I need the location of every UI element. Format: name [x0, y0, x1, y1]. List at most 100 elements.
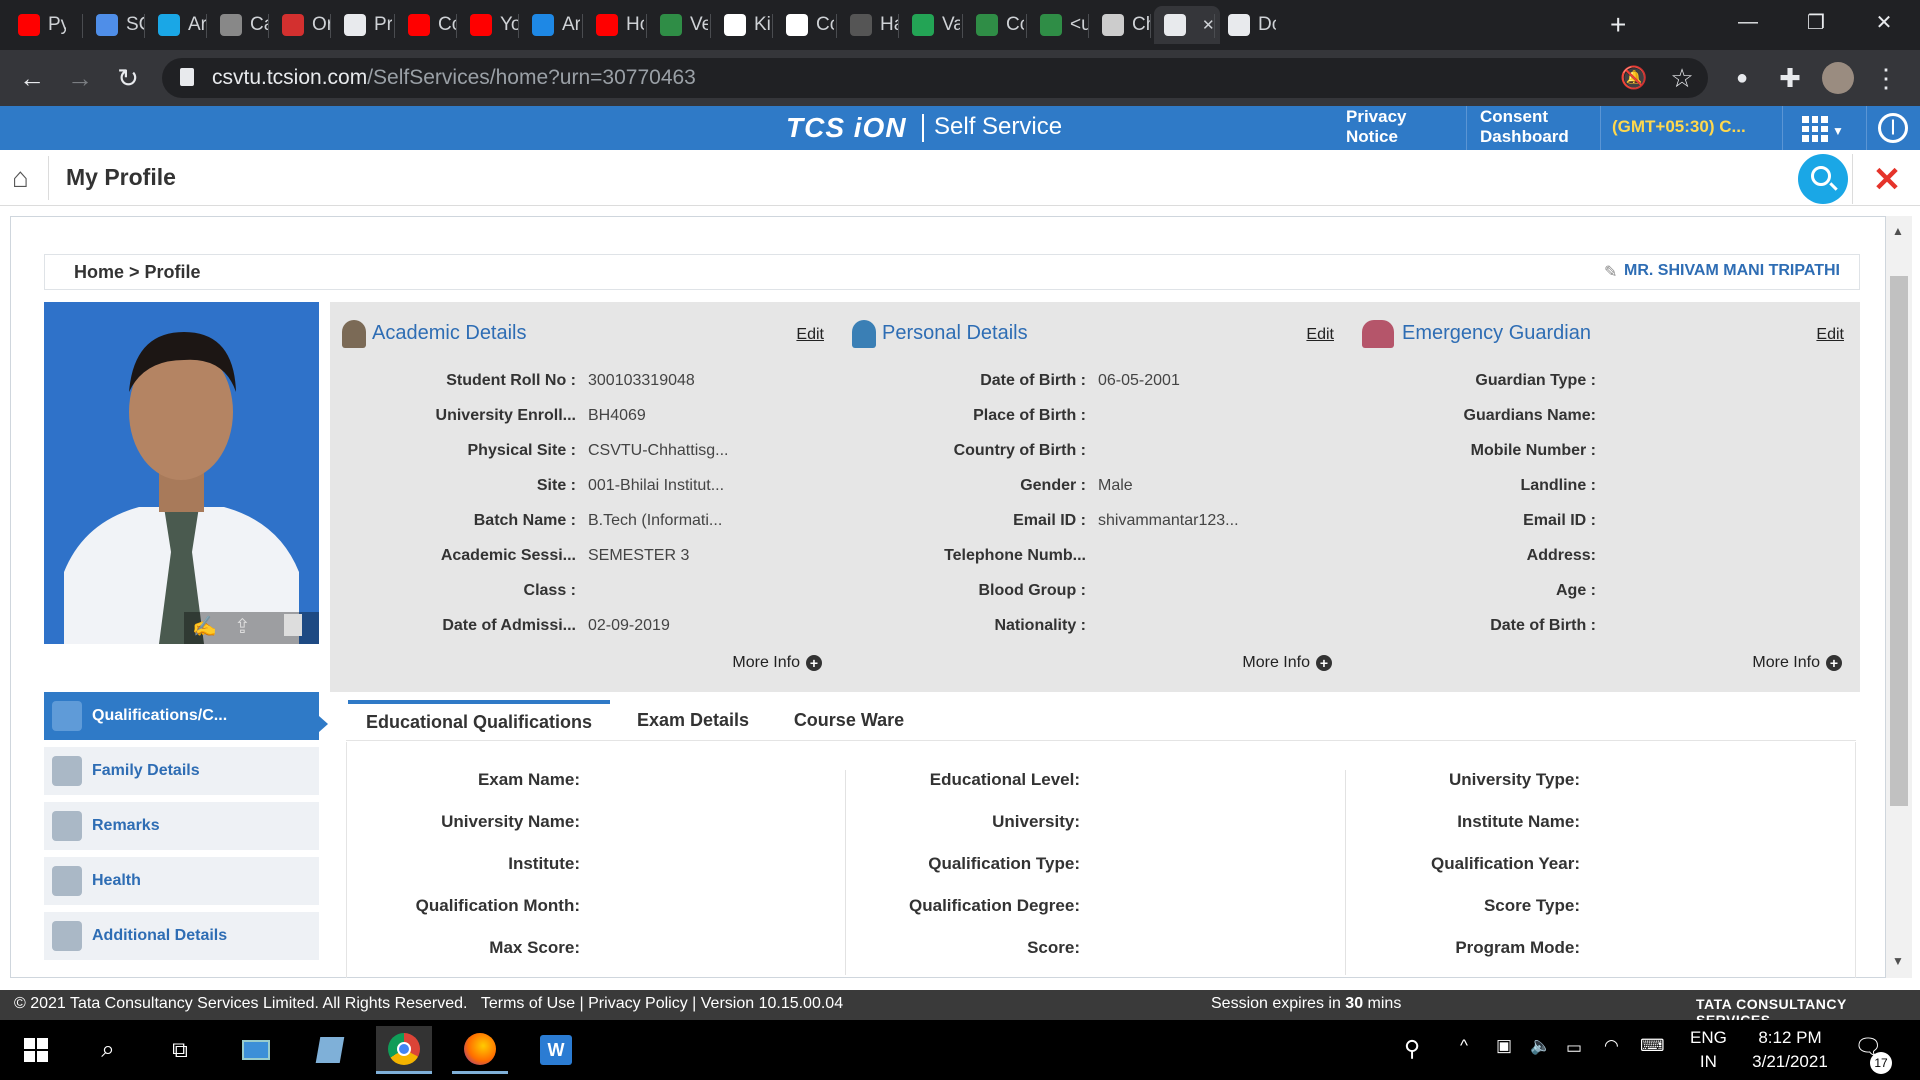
browser-tab[interactable]: Yo — [460, 6, 518, 44]
academic-edit-link[interactable]: Edit — [796, 326, 824, 344]
language-indicator[interactable]: ENG IN — [1690, 1026, 1727, 1074]
browser-tab[interactable]: Ha — [840, 6, 898, 44]
scroll-up-icon[interactable]: ▲ — [1892, 224, 1904, 238]
minimize-button[interactable]: — — [1716, 0, 1780, 44]
chevron-down-icon[interactable]: ▼ — [1832, 124, 1844, 138]
start-icon[interactable] — [8, 1026, 64, 1074]
personal-edit-link[interactable]: Edit — [1306, 326, 1334, 344]
file-icon[interactable] — [302, 1026, 358, 1074]
clock[interactable]: 8:12 PM 3/21/2021 — [1740, 1026, 1840, 1074]
extensions-puzzle-icon[interactable]: ✚ — [1774, 62, 1806, 94]
forward-icon[interactable]: → — [64, 62, 96, 94]
close-page-button[interactable]: ✕ — [1862, 160, 1912, 200]
academic-more-info[interactable]: More Info + — [732, 654, 822, 672]
tab-separator — [1214, 14, 1215, 38]
wifi-icon[interactable]: ◠ — [1604, 1036, 1619, 1056]
browser-tab[interactable]: Co — [398, 6, 456, 44]
user-name[interactable]: MR. SHIVAM MANI TRIPATHI — [1624, 262, 1840, 280]
qualification-field-label: University: — [992, 812, 1080, 831]
guardian-more-info[interactable]: More Info + — [1752, 654, 1842, 672]
qualification-field-label: Score Type: — [1483, 896, 1580, 915]
browser-tab[interactable]: Cc — [776, 6, 834, 44]
back-icon[interactable]: ← — [16, 62, 48, 94]
detail-row: Guardians Name: — [1350, 407, 1860, 431]
url-path: /SelfServices/home?urn=30770463 — [367, 66, 696, 89]
guardian-edit-link[interactable]: Edit — [1816, 326, 1844, 344]
firefox-icon[interactable] — [452, 1026, 508, 1074]
browser-tab[interactable]: Ar — [148, 6, 206, 44]
power-logout-icon[interactable]: | — [1878, 113, 1908, 143]
browser-tab[interactable]: Ar — [522, 6, 580, 44]
browser-tab[interactable]: Or — [272, 6, 330, 44]
browser-menu-icon[interactable]: ⋮ — [1870, 62, 1902, 94]
personal-more-info[interactable]: More Info + — [1242, 654, 1332, 672]
restore-button[interactable]: ❐ — [1784, 0, 1848, 44]
profile-photo: ✍ ⇪ — [44, 302, 319, 644]
tab-exam-details[interactable]: Exam Details — [620, 700, 766, 740]
tab-course-ware[interactable]: Course Ware — [776, 700, 922, 740]
browser-tab[interactable]: ✕ — [1154, 6, 1220, 44]
sidenav-item[interactable]: Qualifications/C... — [44, 692, 319, 740]
search-button[interactable] — [1798, 154, 1848, 204]
browser-tab[interactable]: Hc — [586, 6, 644, 44]
detail-label: Age : — [1556, 582, 1596, 599]
security-icon[interactable]: ▣ — [1496, 1036, 1512, 1056]
new-tab-button[interactable]: + — [1600, 6, 1640, 44]
browser-tab[interactable]: <u — [1030, 6, 1088, 44]
detail-label: Date of Birth : — [980, 372, 1086, 389]
apps-grid-icon[interactable] — [1802, 116, 1828, 142]
window-close-button[interactable]: ✕ — [1852, 0, 1916, 44]
detail-label: Batch Name : — [473, 512, 576, 529]
word-icon[interactable]: W — [528, 1026, 584, 1074]
scroll-down-icon[interactable]: ▼ — [1892, 954, 1904, 968]
breadcrumb-text[interactable]: Home > Profile — [74, 262, 201, 283]
tab-close-icon[interactable]: ✕ — [1202, 16, 1215, 34]
volume-icon[interactable]: 🔈 — [1530, 1036, 1551, 1056]
consent-dashboard-link[interactable]: Consent Dashboard — [1480, 106, 1569, 147]
chrome-icon[interactable] — [376, 1026, 432, 1074]
tab-separator — [1026, 14, 1027, 38]
scrollbar-thumb[interactable] — [1890, 276, 1908, 806]
detail-value: 300103319048 — [588, 372, 695, 389]
detail-value: BH4069 — [588, 407, 646, 424]
browser-tab[interactable]: Cc — [966, 6, 1024, 44]
search-icon[interactable]: ⌕ — [80, 1026, 136, 1074]
privacy-notice-link[interactable]: Privacy Notice — [1346, 106, 1407, 147]
keyboard-icon[interactable]: ⌨ — [1640, 1036, 1665, 1056]
timezone-selector[interactable]: (GMT+05:30) C... — [1612, 116, 1746, 137]
tab-label: Ch — [1132, 14, 1150, 35]
browser-tab[interactable]: Dc — [1218, 6, 1276, 44]
extension-icon[interactable]: ● — [1726, 62, 1758, 94]
detail-row: Address: — [1350, 547, 1860, 571]
reload-icon[interactable]: ↻ — [112, 62, 144, 94]
notifications-blocked-icon[interactable]: 🔕 — [1618, 62, 1650, 94]
browser-tab[interactable]: Pr — [334, 6, 392, 44]
home-icon[interactable]: ⌂ — [12, 162, 29, 194]
browser-tab[interactable]: Py — [8, 6, 66, 44]
footer-links[interactable]: Terms of Use | Privacy Policy | Version … — [481, 995, 843, 1012]
title-divider — [1852, 154, 1853, 204]
bookmark-star-icon[interactable]: ☆ — [1666, 62, 1698, 94]
edit-photo-icon[interactable]: ✍ — [192, 614, 217, 639]
url-text[interactable]: csvtu.tcsion.com/SelfServices/home?urn=3… — [212, 66, 696, 90]
detail-value: 001-Bhilai Institut... — [588, 477, 725, 494]
privacy-line-2: Notice — [1346, 127, 1398, 146]
browser-tab[interactable]: SC — [86, 6, 144, 44]
browser-tab[interactable]: Ve — [650, 6, 708, 44]
computer-icon[interactable] — [228, 1026, 284, 1074]
browser-tab[interactable]: Ki — [714, 6, 772, 44]
browser-tab[interactable]: Ch — [1092, 6, 1150, 44]
browser-tab[interactable]: Va — [902, 6, 960, 44]
battery-icon[interactable]: ▭ — [1566, 1038, 1582, 1058]
tab-favicon-icon — [786, 14, 808, 36]
document-icon[interactable] — [284, 614, 302, 636]
detail-row: Date of Birth : 06-05-2001 — [840, 372, 1350, 396]
task-view-icon[interactable]: ⧉ — [152, 1026, 208, 1074]
tab-educational-qualifications[interactable]: Educational Qualifications — [348, 700, 610, 740]
profile-avatar[interactable] — [1822, 62, 1854, 94]
tray-chevron-icon[interactable]: ^ — [1460, 1036, 1468, 1056]
people-icon[interactable]: ⚲ — [1404, 1036, 1420, 1062]
upload-photo-icon[interactable]: ⇪ — [234, 614, 251, 639]
detail-label: Place of Birth : — [973, 407, 1086, 424]
browser-tab[interactable]: Ca — [210, 6, 268, 44]
